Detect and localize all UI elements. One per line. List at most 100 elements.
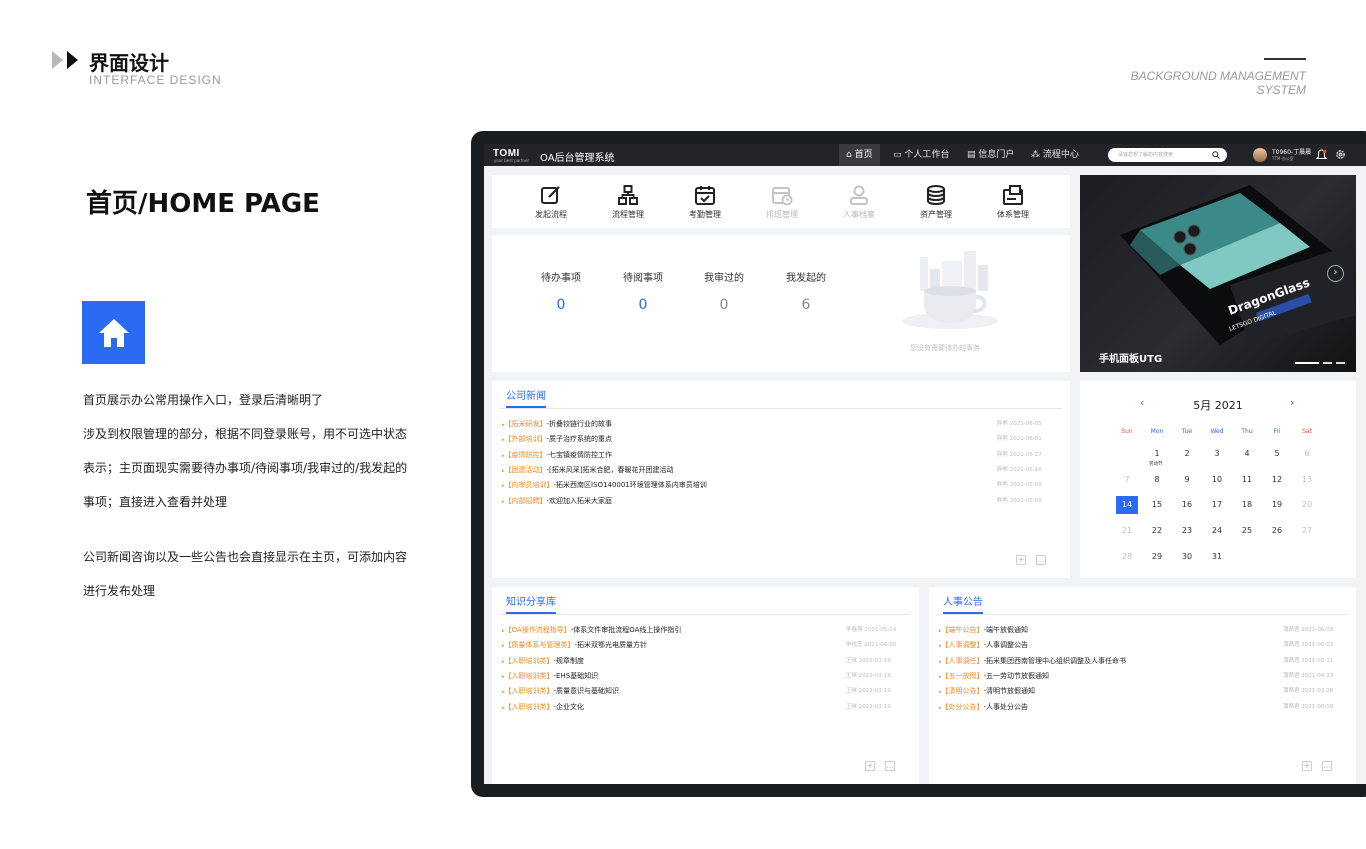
calendar-day[interactable]: 27 bbox=[1296, 522, 1318, 540]
list-item[interactable]: ▸【团建活动】-[拓米风采]拓米合肥，春暖花开团建活动 胖熊 2021-05-16 bbox=[502, 465, 1057, 480]
add-icon[interactable]: + bbox=[1302, 761, 1312, 771]
more-icon[interactable]: … bbox=[885, 761, 895, 771]
nav-personal-workbench[interactable]: ▭ 个人工作台 bbox=[886, 144, 956, 166]
list-item[interactable]: ▸【拓米研发】-折叠铰链行业的故事 胖熊 2021-06-05 bbox=[502, 419, 1057, 434]
stat-pending[interactable]: 待办事项 0 bbox=[526, 269, 596, 313]
list-item[interactable]: ▸【清明公告】-清明节放假通知 蒲茜君 2021-03-26 bbox=[939, 686, 1343, 701]
flow-icon bbox=[618, 185, 638, 205]
stat-initiated[interactable]: 我发起的 6 bbox=[771, 269, 841, 313]
carousel-next-button[interactable]: › bbox=[1327, 265, 1344, 282]
list-item[interactable]: ▸【入职培训类】-规章制度 王咪 2021-03-19 bbox=[502, 656, 906, 671]
calendar-day[interactable]: 29 bbox=[1146, 548, 1168, 566]
quick-action-attendance[interactable]: 考勤管理 bbox=[675, 184, 735, 220]
item-title: -规章制度 bbox=[553, 656, 585, 665]
calendar-day[interactable]: 7 bbox=[1116, 471, 1138, 489]
list-item[interactable]: ▸【端午公告】-端午放假通知 蒲茜君 2021-06-09 bbox=[939, 625, 1343, 640]
calendar-day[interactable]: 3 bbox=[1206, 445, 1228, 463]
calendar-day[interactable]: 16 bbox=[1176, 496, 1198, 514]
quick-action-label: 人事档案 bbox=[843, 210, 875, 219]
list-item[interactable]: ▸【处分公告】-人事处分公告 蒲茜君 2021-06-09 bbox=[939, 702, 1343, 717]
calendar-day[interactable]: 30 bbox=[1176, 548, 1198, 566]
calendar-day[interactable]: 15 bbox=[1146, 496, 1168, 514]
list-item[interactable]: ▸【疫情防控】-七宝镇疫情防控工作 胖熊 2021-05-27 bbox=[502, 450, 1057, 465]
panel-title[interactable]: 知识分享库 bbox=[506, 593, 556, 614]
calendar-day[interactable]: 20 bbox=[1296, 496, 1318, 514]
avatar[interactable] bbox=[1253, 148, 1267, 162]
description-line: 首页展示办公常用操作入口，登录后清晰明了 bbox=[83, 393, 324, 407]
list-item[interactable]: ▸【人事调任】-拓米集团西南管理中心组织调整及人事任命书 蒲茜君 2021-05-… bbox=[939, 656, 1343, 671]
nav-info-portal[interactable]: ▤ 信息门户 bbox=[960, 144, 1021, 166]
calendar-day-selected[interactable]: 14 bbox=[1116, 496, 1138, 515]
item-tag: 【团建活动】 bbox=[504, 465, 547, 474]
search-icon[interactable] bbox=[1212, 151, 1220, 159]
stat-to-read[interactable]: 待阅事项 0 bbox=[608, 269, 678, 313]
gear-icon[interactable] bbox=[1335, 149, 1346, 160]
calendar-day[interactable]: 9 bbox=[1176, 471, 1198, 489]
item-tag: 【内审员培训】 bbox=[504, 481, 554, 490]
item-meta: 申桂芝 2021-04-20 bbox=[846, 642, 897, 649]
nav-process-center[interactable]: ⁂ 流程中心 bbox=[1024, 144, 1086, 166]
calendar-day[interactable]: 25 bbox=[1236, 522, 1258, 540]
add-icon[interactable]: + bbox=[1016, 555, 1026, 565]
list-item[interactable]: ▸【入职培训类】-质量意识与基础知识 王咪 2021-03-19 bbox=[502, 686, 906, 701]
item-meta: 王咪 2021-03-19 bbox=[846, 657, 891, 664]
bell-icon[interactable] bbox=[1316, 149, 1327, 161]
calendar-day[interactable]: 8 bbox=[1146, 471, 1168, 489]
add-icon[interactable]: + bbox=[865, 761, 875, 771]
item-tag: 【入职培训类】 bbox=[504, 702, 554, 711]
list-item[interactable]: ▸【五一放假】-五一劳动节放假通知 蒲茜君 2021-04-23 bbox=[939, 671, 1343, 686]
quick-action-system-mgmt[interactable]: 体系管理 bbox=[983, 184, 1043, 220]
calendar-day[interactable]: 21 bbox=[1116, 522, 1138, 540]
calendar-day[interactable]: 12 bbox=[1266, 471, 1288, 489]
calendar-day[interactable]: 17 bbox=[1206, 496, 1228, 514]
calendar-day[interactable]: 26 bbox=[1266, 522, 1288, 540]
calendar-day[interactable]: 31 bbox=[1206, 548, 1228, 566]
list-item[interactable]: ▸【入职培训类】-EHS基础知识 王咪 2021-03-19 bbox=[502, 671, 906, 686]
chevron-left-icon[interactable]: ‹ bbox=[1140, 396, 1144, 409]
calendar-day[interactable]: 19 bbox=[1266, 496, 1288, 514]
calendar-day[interactable]: 5 bbox=[1266, 445, 1288, 463]
list-item[interactable]: ▸【人事调整】-人事调整公告 蒲茜君 2021-06-03 bbox=[939, 640, 1343, 655]
list-item[interactable]: ▸【质量体系与管理类】-拓米双鄂光电质量方针 申桂芝 2021-04-20 bbox=[502, 640, 906, 655]
calendar-day[interactable]: 4 bbox=[1236, 445, 1258, 463]
list-item[interactable]: ▸【OA操作流程指导】-体系文件审批流程OA线上操作指引 李春燕 2021-05-… bbox=[502, 625, 906, 640]
home-icon: ⌂ bbox=[846, 150, 855, 160]
carousel-dot[interactable] bbox=[1336, 362, 1345, 364]
calendar-day[interactable]: 22 bbox=[1146, 522, 1168, 540]
list-item[interactable]: ▸【外部培训】-质子治疗系统的重点 胖熊 2021-06-01 bbox=[502, 434, 1057, 449]
item-title: -欢迎加入拓米大家庭 bbox=[546, 496, 613, 505]
user-name[interactable]: T0960-丁晨晨 bbox=[1272, 147, 1311, 156]
search-input[interactable]: 请输您想了解的内容搜索 bbox=[1108, 148, 1227, 162]
panel-title[interactable]: 人事公告 bbox=[943, 593, 983, 614]
calendar-day[interactable]: 28 bbox=[1116, 548, 1138, 566]
list-item[interactable]: ▸【内部招聘】-欢迎加入拓米大家庭 胖熊 2021-05-09 bbox=[502, 496, 1057, 511]
calendar-day[interactable]: 10 bbox=[1206, 471, 1228, 489]
calendar-day[interactable]: 13 bbox=[1296, 471, 1318, 489]
calendar-panel: ‹ 5月 2021 › Sun Mon Tue Wed Thu Fri Sat 1 2 3 4 5 6 7… bbox=[1080, 381, 1356, 578]
more-icon[interactable]: … bbox=[1036, 555, 1046, 565]
nav-home[interactable]: ⌂ 首页 bbox=[839, 144, 880, 166]
panel-title[interactable]: 公司新闻 bbox=[506, 387, 546, 408]
item-tag: 【疫情防控】 bbox=[504, 450, 547, 459]
carousel-dot[interactable] bbox=[1323, 362, 1332, 364]
quick-action-process-mgmt[interactable]: 流程管理 bbox=[598, 184, 658, 220]
list-item[interactable]: ▸【入职培训类】-企业文化 王咪 2021-03-19 bbox=[502, 702, 906, 717]
item-tag: 【入职培训类】 bbox=[504, 687, 554, 696]
carousel-dot-active[interactable] bbox=[1295, 362, 1319, 364]
calendar-day[interactable]: 24 bbox=[1206, 522, 1228, 540]
page-title: 首页/HOME PAGE bbox=[86, 189, 320, 219]
calendar-month: 5月 2021 bbox=[1193, 399, 1243, 412]
quick-action-asset-mgmt[interactable]: 资产管理 bbox=[906, 184, 966, 220]
calendar-day[interactable]: 2 bbox=[1176, 445, 1198, 463]
list-item[interactable]: ▸【内审员培训】-拓米西南区ISO140001环境管理体系内审员培训 胖熊 202… bbox=[502, 480, 1057, 495]
chevron-right-icon[interactable]: › bbox=[1290, 396, 1294, 409]
calendar-day[interactable]: 11 bbox=[1236, 471, 1258, 489]
stat-reviewed[interactable]: 我审过的 0 bbox=[689, 269, 759, 313]
calendar-day[interactable]: 23 bbox=[1176, 522, 1198, 540]
quick-action-start-process[interactable]: 发起流程 bbox=[521, 184, 581, 220]
item-meta: 胖熊 2021-06-01 bbox=[997, 436, 1042, 443]
more-icon[interactable]: … bbox=[1322, 761, 1332, 771]
calendar-day[interactable]: 18 bbox=[1236, 496, 1258, 514]
banner-carousel[interactable]: DragonGlass LETSGO DIGITAL 手机面板UTG › bbox=[1080, 175, 1356, 372]
calendar-day[interactable]: 6 bbox=[1296, 445, 1318, 463]
